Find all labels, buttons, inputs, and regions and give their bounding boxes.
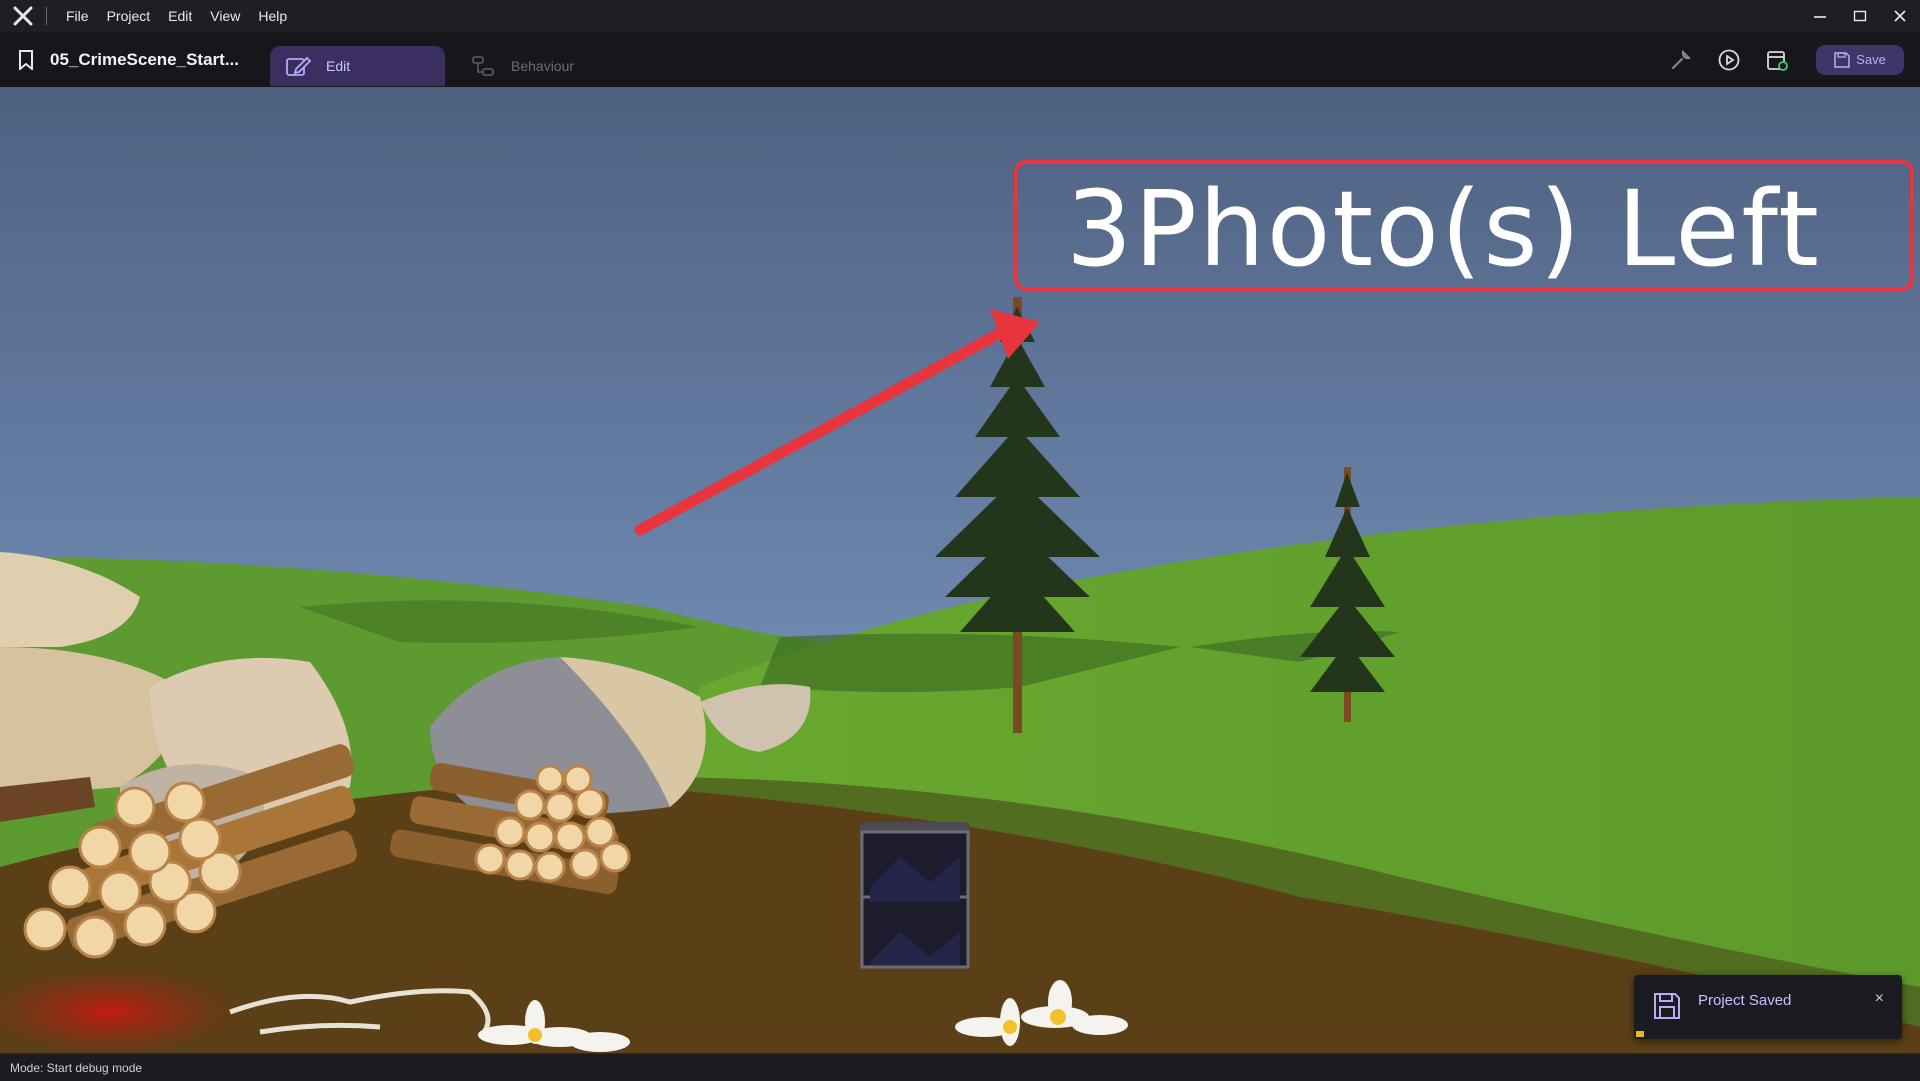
build-icon[interactable] xyxy=(1764,47,1790,73)
photos-left-highlight: 3Photo(s) Left xyxy=(1014,160,1914,291)
menu-view[interactable]: View xyxy=(201,8,249,24)
tab-edit[interactable]: Edit xyxy=(270,46,445,86)
menu-file[interactable]: File xyxy=(57,8,98,24)
save-button[interactable]: Save xyxy=(1816,44,1904,75)
save-icon xyxy=(1834,51,1850,68)
tab-behaviour[interactable]: Behaviour xyxy=(455,46,605,86)
toast-message: Project Saved xyxy=(1698,992,1792,1009)
photos-left-counter: 3Photo(s) Left xyxy=(1066,168,1821,290)
camera-prop xyxy=(860,822,970,969)
bookmark-icon xyxy=(18,49,38,71)
menu-bar: File Project Edit View Help xyxy=(0,0,1920,33)
menu-project[interactable]: Project xyxy=(98,8,160,24)
tab-behaviour-label: Behaviour xyxy=(511,58,575,74)
app-logo-icon[interactable] xyxy=(12,5,34,27)
tab-edit-label: Edit xyxy=(326,58,351,74)
menu-edit[interactable]: Edit xyxy=(159,8,201,24)
maximize-icon[interactable] xyxy=(1840,0,1880,32)
scene-viewport[interactable]: 3Photo(s) Left Project Saved × xyxy=(0,87,1920,1053)
play-icon[interactable] xyxy=(1716,47,1742,73)
project-saved-toast: Project Saved × xyxy=(1634,975,1902,1039)
behaviour-flow-icon xyxy=(472,56,494,76)
wrench-icon[interactable] xyxy=(1668,47,1694,73)
close-icon[interactable]: × xyxy=(1875,990,1884,1008)
toast-progress xyxy=(1636,1031,1644,1037)
close-window-icon[interactable] xyxy=(1880,0,1920,32)
document-title: 05_CrimeScene_Start... xyxy=(50,49,239,69)
save-icon xyxy=(1654,993,1680,1019)
edit-pencil-icon xyxy=(286,56,312,76)
save-label: Save xyxy=(1856,52,1886,67)
menu-divider xyxy=(46,7,47,25)
status-mode-text: Mode: Start debug mode xyxy=(10,1061,143,1075)
toolbar: 05_CrimeScene_Start... Edit Behaviour Sa… xyxy=(0,32,1920,87)
menu-help[interactable]: Help xyxy=(249,8,296,24)
status-bar: Mode: Start debug mode xyxy=(0,1053,1920,1081)
toolbar-actions: Save xyxy=(1668,32,1904,87)
minimize-icon[interactable] xyxy=(1800,0,1840,32)
window-controls xyxy=(1800,0,1920,32)
